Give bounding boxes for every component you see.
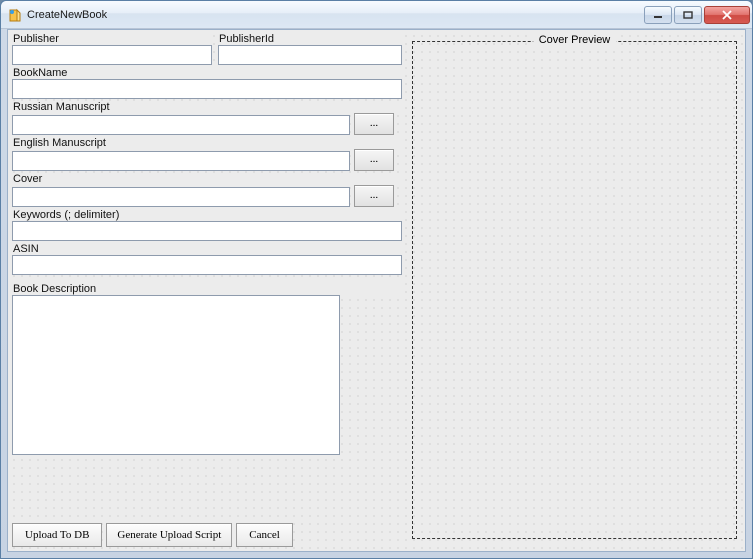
client-area: Publisher PublisherId BookName Rus: [7, 29, 746, 552]
upload-to-db-button[interactable]: Upload To DB: [12, 523, 102, 547]
form-area: Publisher PublisherId BookName Rus: [8, 30, 745, 551]
cover-input[interactable]: [12, 187, 350, 207]
book-description-label: Book Description: [12, 283, 402, 295]
close-button[interactable]: [704, 6, 750, 24]
generate-upload-script-button[interactable]: Generate Upload Script: [106, 523, 232, 547]
cover-label: Cover: [12, 173, 402, 185]
app-icon: [7, 7, 23, 23]
bottom-button-bar: Upload To DB Generate Upload Script Canc…: [12, 523, 293, 547]
minimize-button[interactable]: [644, 6, 672, 24]
russian-manuscript-browse-button[interactable]: ...: [354, 113, 394, 135]
book-description-textarea[interactable]: [12, 295, 340, 455]
english-manuscript-input[interactable]: [12, 151, 350, 171]
publisherid-input[interactable]: [218, 45, 402, 65]
cancel-button[interactable]: Cancel: [236, 523, 293, 547]
english-manuscript-label: English Manuscript: [12, 137, 402, 149]
russian-manuscript-input[interactable]: [12, 115, 350, 135]
bookname-input[interactable]: [12, 79, 402, 99]
left-column: Publisher PublisherId BookName Rus: [12, 33, 402, 547]
asin-input[interactable]: [12, 255, 402, 275]
asin-label: ASIN: [12, 243, 402, 255]
russian-manuscript-label: Russian Manuscript: [12, 101, 402, 113]
maximize-button[interactable]: [674, 6, 702, 24]
publisherid-label: PublisherId: [218, 33, 402, 45]
cover-preview-group: Cover Preview: [412, 41, 737, 539]
window-frame: CreateNewBook Publisher: [0, 0, 753, 559]
keywords-input[interactable]: [12, 221, 402, 241]
publisher-label: Publisher: [12, 33, 212, 45]
english-manuscript-browse-button[interactable]: ...: [354, 149, 394, 171]
publisher-input[interactable]: [12, 45, 212, 65]
window-controls: [644, 6, 750, 24]
cover-preview-label: Cover Preview: [533, 34, 617, 46]
right-column: Cover Preview: [410, 33, 741, 547]
bookname-label: BookName: [12, 67, 402, 79]
window-title: CreateNewBook: [27, 9, 644, 21]
cover-browse-button[interactable]: ...: [354, 185, 394, 207]
keywords-label: Keywords (; delimiter): [12, 209, 402, 221]
titlebar[interactable]: CreateNewBook: [1, 1, 752, 29]
